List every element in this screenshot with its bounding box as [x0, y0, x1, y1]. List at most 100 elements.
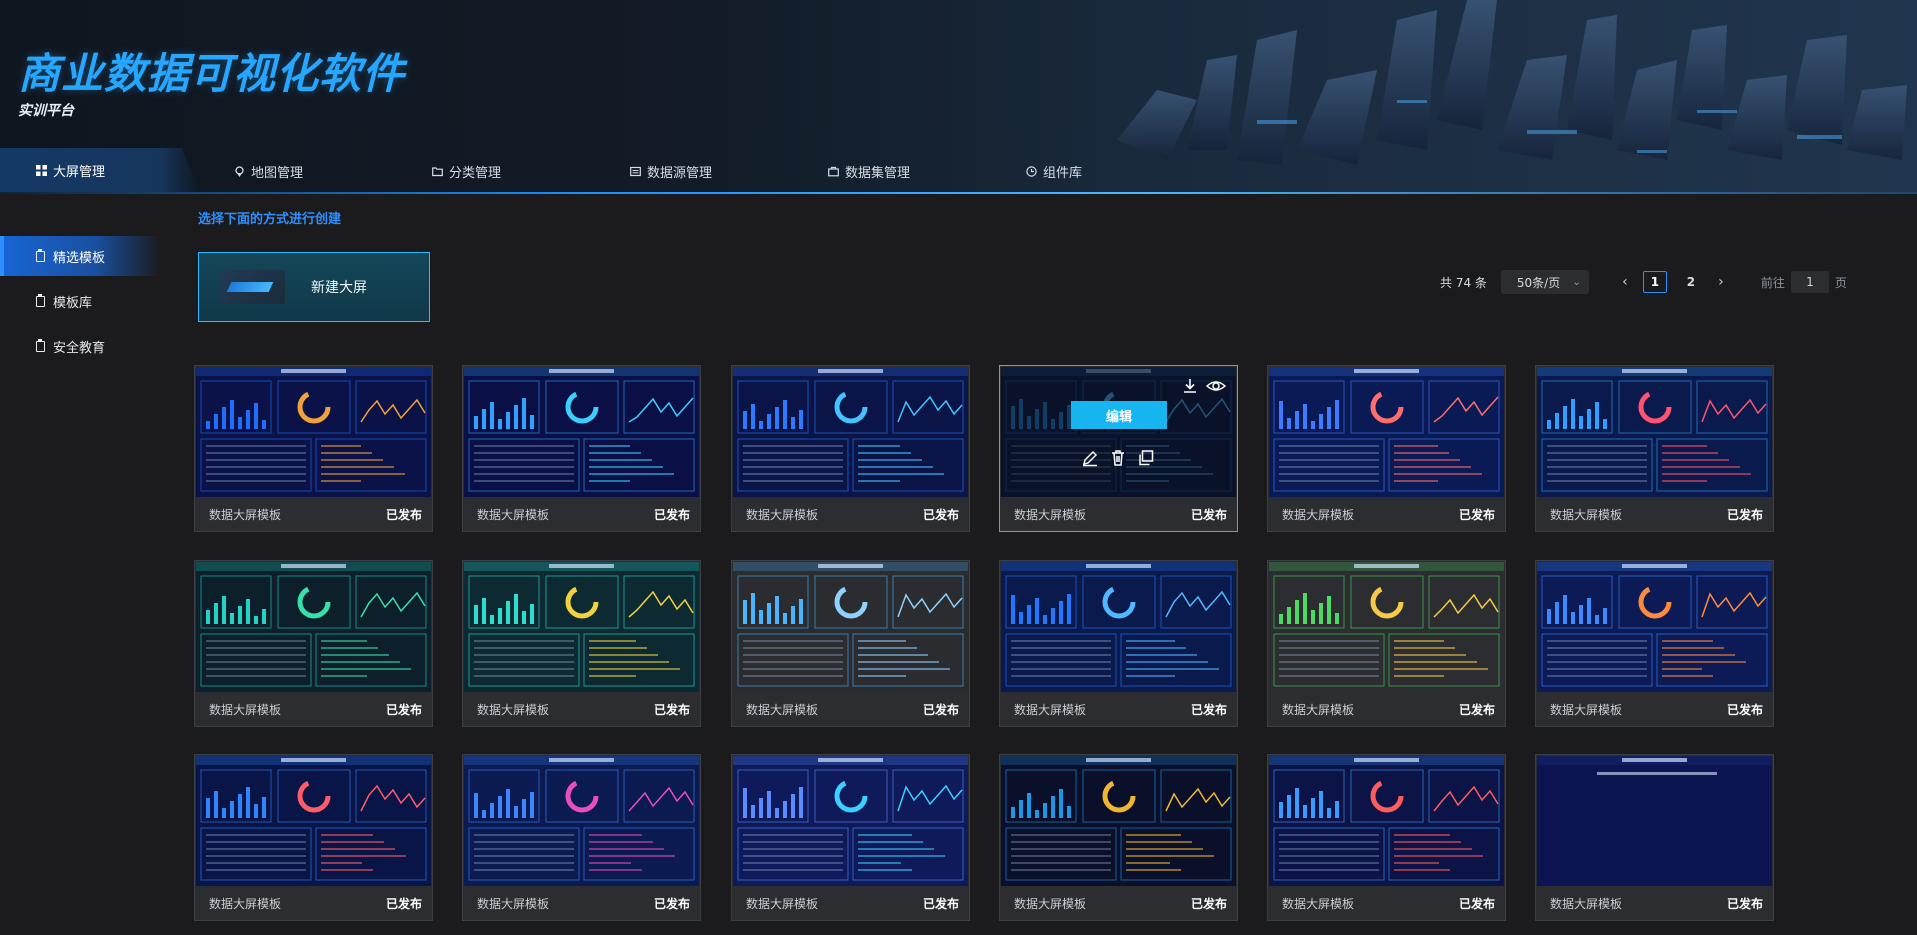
prev-page-button[interactable]: ‹ — [1613, 274, 1637, 290]
page-size-select[interactable]: 50条/页 ⌄ — [1500, 270, 1589, 294]
template-thumbnail — [733, 562, 968, 692]
rename-pencil-icon[interactable] — [1081, 449, 1099, 467]
page-button-1[interactable]: 1 — [1642, 271, 1667, 293]
template-card[interactable]: 数据大屏模板 已发布 — [1267, 754, 1506, 921]
nav-item-component-library[interactable]: 组件库 — [1026, 156, 1082, 186]
sidebar-item-label: 安全教育 — [53, 340, 106, 356]
new-screen-label: 新建大屏 — [311, 280, 367, 296]
dashboard-preview-image — [464, 562, 699, 692]
nav-item-screen-management[interactable]: 大屏管理 — [0, 148, 200, 192]
nav-item-label: 大屏管理 — [53, 164, 106, 180]
card-footer: 数据大屏模板 已发布 — [195, 497, 432, 531]
template-card[interactable]: 数据大屏模板 已发布 — [194, 365, 433, 532]
edit-button[interactable]: 编辑 — [1071, 401, 1167, 429]
component-icon — [1026, 165, 1037, 177]
card-title: 数据大屏模板 — [746, 702, 819, 717]
template-card[interactable]: 数据大屏模板 已发布 — [462, 754, 701, 921]
card-title: 数据大屏模板 — [209, 702, 282, 717]
template-card[interactable]: 数据大屏模板 已发布 — [462, 365, 701, 532]
template-card[interactable]: 数据大屏模板 已发布 — [731, 560, 970, 727]
template-card[interactable]: 数据大屏模板 已发布 — [1535, 560, 1774, 727]
nav-item-datasource-management[interactable]: 数据源管理 — [630, 156, 712, 186]
status-badge: 已发布 — [1458, 507, 1495, 522]
next-page-button[interactable]: › — [1709, 274, 1733, 290]
clipboard-icon — [36, 338, 45, 352]
template-card[interactable]: 数据大屏模板 已发布 — [1535, 365, 1774, 532]
dashboard-preview-image — [733, 562, 968, 692]
nav-item-label: 组件库 — [1043, 165, 1083, 181]
card-title: 数据大屏模板 — [477, 896, 550, 911]
goto-page-input[interactable]: 1 — [1790, 271, 1829, 293]
download-icon[interactable] — [1181, 377, 1199, 395]
dashboard-preview-image — [1001, 756, 1236, 886]
status-badge: 已发布 — [653, 702, 690, 717]
template-card[interactable]: 数据大屏模板 已发布 — [731, 365, 970, 532]
dashboard-preview-image — [196, 562, 431, 692]
template-card[interactable]: 数据大屏模板 已发布 — [999, 560, 1238, 727]
briefcase-icon — [828, 166, 839, 176]
dashboard-preview-image — [1001, 562, 1236, 692]
card-title: 数据大屏模板 — [1014, 702, 1087, 717]
template-card[interactable]: 编辑 数据大屏模板 已发布 — [999, 365, 1238, 532]
status-badge: 已发布 — [922, 507, 959, 522]
nav-glow-line — [0, 192, 1917, 194]
status-badge: 已发布 — [1458, 896, 1495, 911]
card-footer: 数据大屏模板 已发布 — [463, 886, 700, 920]
template-thumbnail — [1269, 562, 1504, 692]
sidebar-item-featured-templates[interactable]: 精选模板 — [0, 236, 160, 276]
card-title: 数据大屏模板 — [746, 896, 819, 911]
template-card[interactable]: 数据大屏模板 已发布 — [999, 754, 1238, 921]
template-card[interactable]: 数据大屏模板 已发布 — [1267, 365, 1506, 532]
template-thumbnail — [196, 756, 431, 886]
template-thumbnail — [464, 367, 699, 497]
chevron-down-icon: ⌄ — [1572, 276, 1581, 288]
map-pin-icon — [235, 165, 244, 177]
delete-trash-icon[interactable] — [1109, 449, 1127, 467]
status-badge: 已发布 — [1190, 702, 1227, 717]
grid-icon — [36, 164, 47, 176]
copy-icon[interactable] — [1137, 449, 1155, 467]
dashboard-preview-image — [196, 367, 431, 497]
nav-item-label: 分类管理 — [449, 165, 502, 181]
status-badge: 已发布 — [922, 896, 959, 911]
nav-item-map-management[interactable]: 地图管理 — [234, 156, 303, 186]
template-thumbnail — [464, 562, 699, 692]
nav-item-dataset-management[interactable]: 数据集管理 — [828, 156, 910, 186]
template-card[interactable]: 数据大屏模板 已发布 — [1535, 754, 1774, 921]
template-thumbnail — [1269, 367, 1504, 497]
card-hover-overlay: 编辑 — [1001, 367, 1236, 497]
template-card[interactable]: 数据大屏模板 已发布 — [194, 754, 433, 921]
page-button-2[interactable]: 2 — [1679, 271, 1703, 293]
template-thumbnail — [1537, 756, 1772, 886]
template-card[interactable]: 数据大屏模板 已发布 — [1267, 560, 1506, 727]
nav-item-label: 地图管理 — [251, 165, 304, 181]
preview-eye-icon[interactable] — [1206, 377, 1226, 395]
status-badge: 已发布 — [385, 507, 422, 522]
status-badge: 已发布 — [653, 896, 690, 911]
card-footer: 数据大屏模板 已发布 — [1536, 497, 1773, 531]
total-count: 共 74 条 — [1440, 275, 1487, 290]
card-footer: 数据大屏模板 已发布 — [195, 886, 432, 920]
template-card[interactable]: 数据大屏模板 已发布 — [462, 560, 701, 727]
status-badge: 已发布 — [1190, 507, 1227, 522]
sidebar-item-template-library[interactable]: 模板库 — [0, 281, 160, 321]
dashboard-preview-image — [196, 756, 431, 886]
sidebar-item-safety-education[interactable]: 安全教育 — [0, 326, 160, 366]
card-title: 数据大屏模板 — [1014, 896, 1087, 911]
card-footer: 数据大屏模板 已发布 — [1000, 692, 1237, 726]
sidebar-item-label: 模板库 — [53, 295, 93, 311]
card-footer: 数据大屏模板 已发布 — [463, 692, 700, 726]
template-card[interactable]: 数据大屏模板 已发布 — [194, 560, 433, 727]
goto-prefix: 前往 — [1760, 275, 1785, 290]
nav-item-category-management[interactable]: 分类管理 — [432, 156, 501, 186]
folder-icon — [432, 166, 443, 176]
clipboard-icon — [36, 293, 45, 307]
template-card[interactable]: 数据大屏模板 已发布 — [731, 754, 970, 921]
card-title: 数据大屏模板 — [1550, 507, 1623, 522]
card-title: 数据大屏模板 — [1550, 702, 1623, 717]
template-thumbnail — [1001, 562, 1236, 692]
new-screen-button[interactable]: 新建大屏 — [198, 252, 430, 322]
card-title: 数据大屏模板 — [746, 507, 819, 522]
status-badge: 已发布 — [1726, 507, 1763, 522]
status-badge: 已发布 — [1190, 896, 1227, 911]
